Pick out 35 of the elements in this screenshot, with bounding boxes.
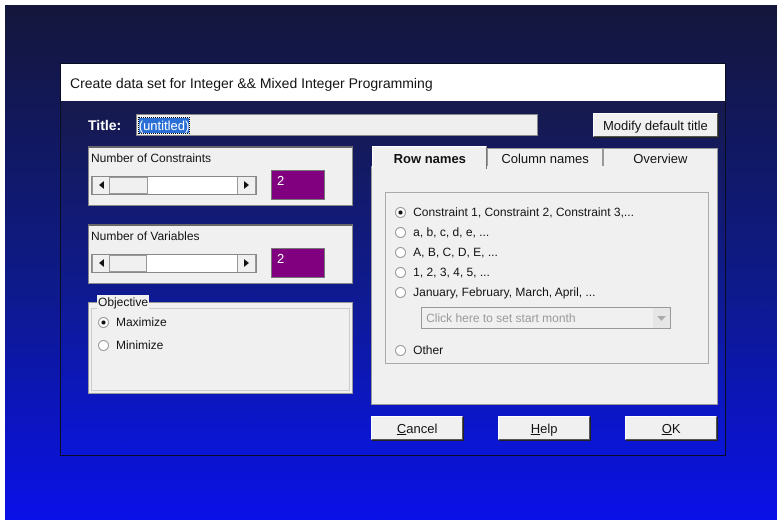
option-label: Minimize — [116, 338, 164, 352]
scroll-thumb[interactable] — [109, 254, 147, 272]
dialog-button[interactable]: Help — [498, 416, 590, 440]
radio-button[interactable] — [395, 266, 406, 278]
option-label: Constraint 1, Constraint 2, Constraint 3,... — [413, 205, 634, 219]
radio-button[interactable] — [98, 340, 109, 350]
tab[interactable]: Row names — [372, 146, 488, 169]
scroll-thumb[interactable] — [109, 176, 148, 194]
scroll-bar[interactable] — [91, 176, 257, 194]
scroll-bar[interactable] — [91, 254, 257, 272]
tab[interactable]: Column names — [487, 148, 603, 167]
value-field[interactable]: 2 — [271, 248, 325, 278]
radio-button[interactable] — [395, 246, 406, 258]
option-label: a, b, c, d, e, ... — [413, 225, 490, 239]
group-legend: Objective — [97, 295, 150, 309]
radio-button[interactable] — [395, 344, 406, 356]
value-field[interactable]: 2 — [271, 170, 325, 200]
option-label: Maximize — [116, 315, 167, 329]
option-label: 1, 2, 3, 4, 5, ... — [413, 265, 490, 279]
spinner-label: Number of Constraints — [91, 151, 212, 165]
title-field[interactable]: (untitled) — [136, 114, 538, 136]
window-title: Create data set for Integer && Mixed Integer Programming — [70, 74, 433, 90]
modify-title-button[interactable]: Modify default title — [592, 113, 718, 137]
option-label: A, B, C, D, E, ... — [413, 245, 498, 259]
radio-button[interactable] — [395, 286, 406, 298]
tab[interactable]: Overview — [602, 148, 718, 167]
spinner-label: Number of Variables — [91, 229, 200, 243]
title-label: Title: — [88, 117, 122, 133]
dialog-button[interactable]: Cancel — [371, 416, 464, 440]
option-label: Other — [413, 343, 444, 357]
option-label: January, February, March, April, ... — [413, 285, 596, 299]
radio-button[interactable] — [395, 226, 406, 238]
radio-button[interactable] — [98, 316, 109, 328]
dialog-button[interactable]: OK — [625, 416, 718, 440]
radio-button[interactable] — [395, 206, 406, 218]
